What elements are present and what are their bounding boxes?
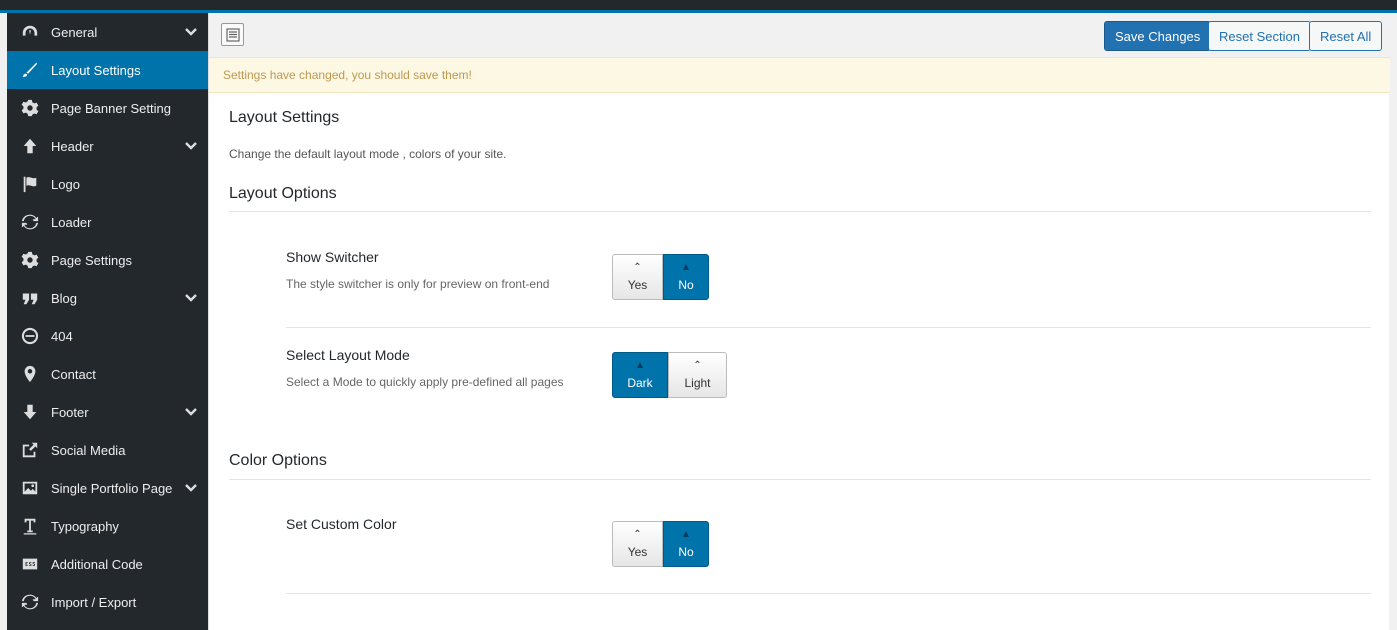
minus-circle-icon: [20, 326, 40, 346]
share-icon: [20, 440, 40, 460]
show-switcher-yes-button[interactable]: ⌃ Yes: [612, 254, 663, 300]
chevron-down-icon[interactable]: [184, 25, 198, 39]
sidebar-item-typography[interactable]: Typography: [7, 507, 208, 545]
divider: [229, 211, 1371, 212]
layout-mode-light-button[interactable]: ⌃ Light: [668, 352, 727, 398]
sidebar-item-label: Single Portfolio Page: [51, 480, 173, 496]
sidebar-item-label: Page Banner Setting: [51, 100, 171, 116]
refresh-icon: [20, 212, 40, 232]
image-icon: [20, 478, 40, 498]
sidebar-item-import-export[interactable]: Import / Export: [7, 583, 208, 621]
sidebar-item-logo[interactable]: Logo: [7, 165, 208, 203]
layout-options-heading: Layout Options: [229, 185, 337, 202]
caret-up-icon: ▲: [681, 528, 691, 540]
main-panel: Save Changes Reset Section Reset All Set…: [208, 13, 1390, 630]
custom-color-yes-button[interactable]: ⌃ Yes: [612, 521, 663, 567]
layout-mode-title: Select Layout Mode: [286, 347, 410, 363]
refresh-icon: [20, 592, 40, 612]
gear-icon: [20, 250, 40, 270]
option-label: No: [678, 544, 694, 559]
sidebar-item-layout-settings[interactable]: Layout Settings: [7, 51, 208, 89]
sidebar-item-footer[interactable]: Footer: [7, 393, 208, 431]
layout-mode-subtitle: Select a Mode to quickly apply pre-defin…: [286, 375, 564, 389]
list-icon: [225, 27, 240, 42]
caret-up-icon: ▲: [681, 261, 691, 273]
gear-icon: [20, 98, 40, 118]
reset-all-button[interactable]: Reset All: [1309, 21, 1383, 51]
sidebar-item-label: Logo: [51, 176, 80, 192]
expand-options-button[interactable]: [221, 23, 244, 46]
sidebar-item-label: Page Settings: [51, 252, 132, 268]
custom-color-title: Set Custom Color: [286, 516, 397, 532]
sidebar-item-label: Additional Code: [51, 556, 143, 572]
color-options-heading: Color Options: [229, 452, 327, 469]
arrow-up-icon: [20, 136, 40, 156]
dashboard-icon: [20, 22, 40, 42]
sidebar-item-label: Typography: [51, 518, 119, 534]
sidebar-item-page-banner-setting[interactable]: Page Banner Setting: [7, 89, 208, 127]
options-toolbar: Save Changes Reset Section Reset All: [209, 13, 1390, 58]
sidebar-item-label: Contact: [51, 366, 96, 382]
chevron-down-icon[interactable]: [184, 139, 198, 153]
sidebar-item-page-settings[interactable]: Page Settings: [7, 241, 208, 279]
settings-changed-notice: Settings have changed, you should save t…: [209, 58, 1390, 93]
option-label: Yes: [627, 277, 648, 292]
sidebar-item-label: Social Media: [51, 442, 126, 458]
location-pin-icon: [20, 364, 40, 384]
divider: [229, 479, 1371, 480]
show-switcher-no-button[interactable]: ▲ No: [663, 254, 709, 300]
chevron-down-icon[interactable]: [184, 481, 198, 495]
show-switcher-toggle: ⌃ Yes ▲ No: [612, 254, 709, 300]
sidebar-item-label: Import / Export: [51, 594, 137, 610]
layout-mode-dark-button[interactable]: ▲ Dark: [612, 352, 668, 398]
option-label: Dark: [627, 375, 653, 390]
save-changes-button[interactable]: Save Changes: [1104, 21, 1212, 51]
option-label: Light: [684, 375, 711, 390]
show-switcher-subtitle: The style switcher is only for preview o…: [286, 277, 550, 291]
caret-up-icon: ⌃: [693, 359, 702, 371]
sidebar-item-label: General: [51, 24, 98, 40]
caret-up-icon: ⌃: [633, 528, 642, 540]
divider: [286, 593, 1371, 594]
sidebar-item-blog[interactable]: Blog: [7, 279, 208, 317]
sidebar-item-loader[interactable]: Loader: [7, 203, 208, 241]
sidebar-item-label: Layout Settings: [51, 62, 141, 78]
sidebar: General Layout Settings Page Banner Sett…: [7, 13, 208, 630]
sidebar-item-additional-code[interactable]: Additional Code: [7, 545, 208, 583]
sidebar-item-label: Footer: [51, 404, 89, 420]
custom-color-no-button[interactable]: ▲ No: [663, 521, 709, 567]
flag-icon: [20, 174, 40, 194]
text-icon: [20, 516, 40, 536]
sidebar-item-header[interactable]: Header: [7, 127, 208, 165]
option-label: No: [678, 277, 694, 292]
divider: [286, 327, 1371, 328]
chevron-down-icon[interactable]: [184, 291, 198, 305]
reset-section-button[interactable]: Reset Section: [1208, 21, 1311, 51]
sidebar-item-social-media[interactable]: Social Media: [7, 431, 208, 469]
option-label: Yes: [627, 544, 648, 559]
page-title: Layout Settings: [229, 109, 340, 126]
sidebar-item-general[interactable]: General: [7, 13, 208, 51]
sidebar-item-single-portfolio-page[interactable]: Single Portfolio Page: [7, 469, 208, 507]
show-switcher-title: Show Switcher: [286, 249, 379, 265]
css-icon: [20, 554, 40, 574]
brush-icon: [20, 60, 40, 80]
sidebar-item-label: Blog: [51, 290, 78, 306]
arrow-down-icon: [20, 402, 40, 422]
sidebar-item-label: Loader: [51, 214, 92, 230]
admin-top-bar: [0, 0, 1397, 10]
caret-up-icon: ⌃: [633, 261, 642, 273]
layout-mode-toggle: ▲ Dark ⌃ Light: [612, 352, 727, 398]
chevron-down-icon[interactable]: [184, 405, 198, 419]
sidebar-item-404[interactable]: 404: [7, 317, 208, 355]
caret-up-icon: ▲: [635, 359, 645, 371]
page-description: Change the default layout mode , colors …: [229, 147, 507, 161]
sidebar-item-contact[interactable]: Contact: [7, 355, 208, 393]
sidebar-item-label: Header: [51, 138, 94, 154]
custom-color-toggle: ⌃ Yes ▲ No: [612, 521, 709, 567]
quote-icon: [20, 288, 40, 308]
sidebar-item-label: 404: [51, 328, 73, 344]
